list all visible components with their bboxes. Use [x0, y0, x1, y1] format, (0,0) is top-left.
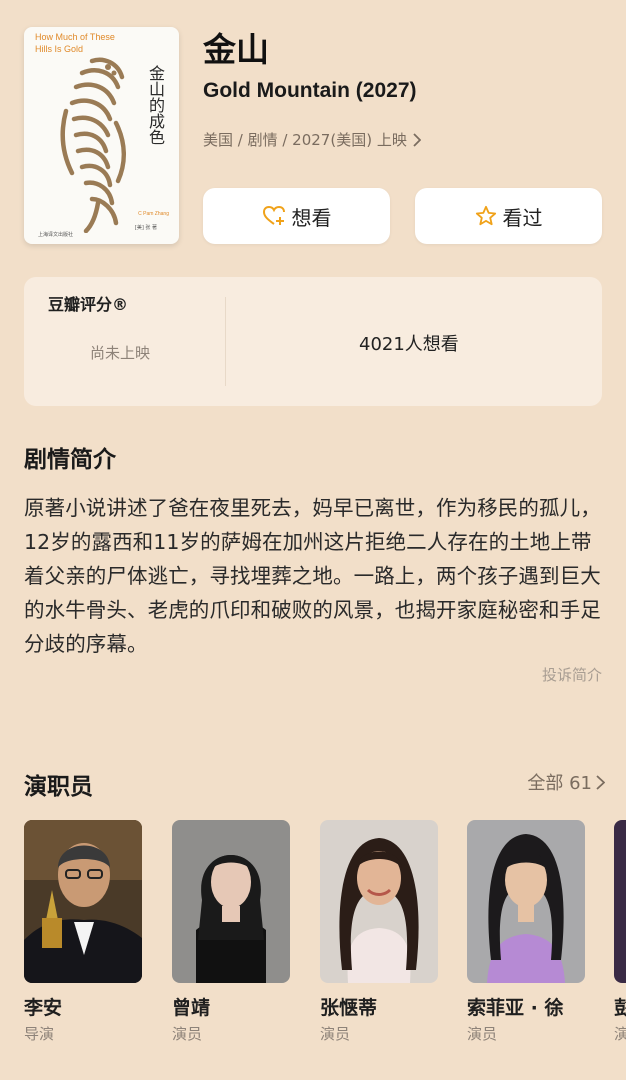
- cast-photo: [467, 820, 585, 983]
- cast-role: 演员: [320, 1025, 351, 1043]
- cast-name: 曾靖: [172, 997, 211, 1019]
- movie-poster[interactable]: How Much of These Hills Is Gold 金山的成色 C …: [24, 27, 179, 244]
- cast-heading: 演职员: [24, 774, 93, 800]
- star-icon: [475, 205, 496, 226]
- cast-role: 演: [614, 1025, 626, 1043]
- cast-photo: [24, 820, 142, 983]
- report-synopsis-link[interactable]: 投诉简介: [542, 664, 602, 685]
- cast-role: 导演: [24, 1025, 55, 1043]
- movie-title-cn: 金山: [203, 30, 269, 69]
- movie-meta-link[interactable]: 美国 / 剧情 / 2027(美国) 上映: [203, 129, 421, 151]
- cast-photo: [172, 820, 290, 983]
- tiger-illustration: [60, 57, 126, 233]
- rating-card[interactable]: 豆瓣评分® 尚未上映 4021人想看: [24, 277, 602, 406]
- heart-plus-icon: [262, 205, 285, 225]
- chevron-right-icon: [596, 774, 605, 790]
- poster-english-title: How Much of These Hills Is Gold: [35, 32, 115, 54]
- want-to-watch-button[interactable]: 想看: [203, 188, 390, 244]
- cast-photo: [320, 820, 438, 983]
- synopsis-text: 原著小说讲述了爸在夜里死去，妈早已离世，作为移民的孤儿，12岁的露西和11岁的萨…: [24, 496, 601, 656]
- cast-card[interactable]: 曾靖 演员: [172, 820, 290, 1043]
- watched-label: 看过: [502, 205, 543, 230]
- cast-name: 李安: [24, 997, 63, 1019]
- want-to-watch-label: 想看: [291, 205, 332, 230]
- synopsis-heading: 剧情简介: [24, 447, 116, 473]
- poster-publisher: 上海译文出版社: [38, 232, 74, 238]
- cast-card[interactable]: 彭 演: [614, 820, 626, 1060]
- movie-title-en: Gold Mountain (2027): [203, 79, 417, 102]
- cast-card[interactable]: 张惬蒂 演员: [320, 820, 438, 1043]
- movie-meta-text: 美国 / 剧情 / 2027(美国) 上映: [203, 131, 407, 149]
- cast-all-link[interactable]: 全部 61: [527, 769, 605, 795]
- poster-translator: [美] 张 著: [134, 225, 157, 231]
- want-count: 4021人想看: [359, 334, 459, 355]
- rating-divider: [225, 297, 226, 386]
- cast-card[interactable]: 索菲亚 · 徐 演员: [467, 820, 585, 1043]
- cast-name: 彭: [614, 997, 626, 1019]
- cast-all-label: 全部 61: [527, 773, 592, 794]
- rating-title: 豆瓣评分®: [48, 295, 129, 314]
- poster-author: C Pam Zhang: [138, 211, 169, 217]
- cast-photo: [614, 820, 626, 983]
- chevron-right-icon: [413, 133, 421, 147]
- poster-chinese-title: 金山的成色: [146, 65, 165, 145]
- cast-role: 演员: [467, 1025, 498, 1043]
- cast-name: 张惬蒂: [320, 997, 378, 1019]
- cast-name: 索菲亚 · 徐: [467, 997, 564, 1019]
- watched-button[interactable]: 看过: [415, 188, 602, 244]
- cast-role: 演员: [172, 1025, 203, 1043]
- rating-status: 尚未上映: [90, 344, 151, 362]
- cast-card[interactable]: 李安 导演: [24, 820, 142, 1043]
